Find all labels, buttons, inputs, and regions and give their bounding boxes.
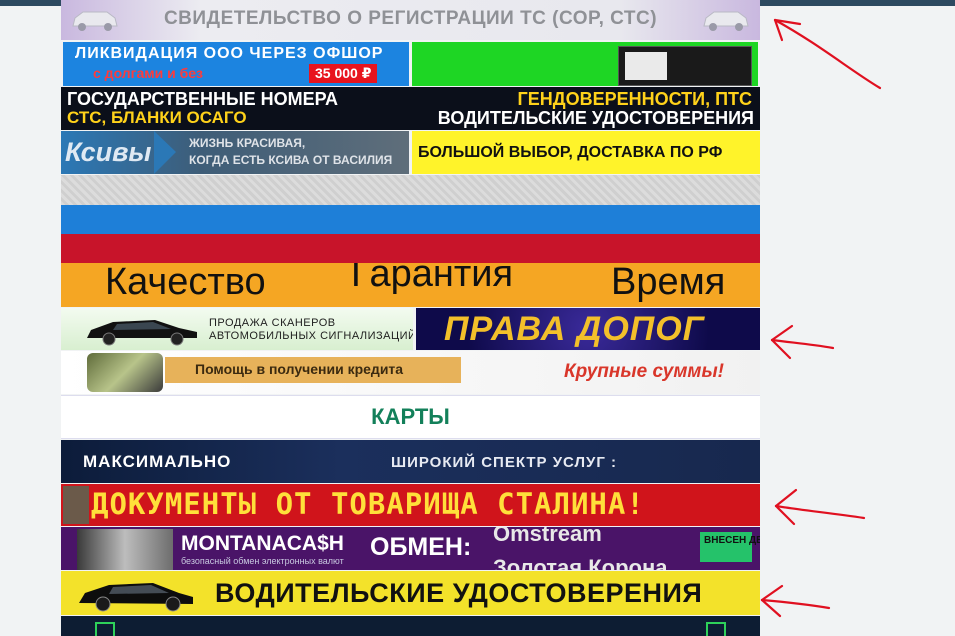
banner-russian-flag[interactable] (61, 175, 760, 263)
banner-state-plates[interactable]: ГОСУДАРСТВЕННЫЕ НОМЕРА СТС, БЛАНКИ ОСАГО… (61, 87, 760, 130)
deposit-badge: ВНЕСЕН ДЕПОЗИТ (700, 532, 760, 562)
banner-registration-text: СВИДЕТЕЛЬСТВО О РЕГИСТРАЦИИ ТС (СОР, СТС… (163, 8, 658, 29)
ksivy-line1: ЖИЗНЬ КРАСИВАЯ, (189, 136, 306, 150)
banner-liquidation[interactable]: ЛИКВИДАЦИЯ ООО ЧЕРЕЗ ОФШОР с долгами и б… (63, 42, 409, 86)
banner-quality[interactable]: Качество Гарантия Время (61, 263, 760, 307)
money-hand-image (87, 353, 163, 392)
banner-registration[interactable]: СВИДЕТЕЛЬСТВО О РЕГИСТРАЦИИ ТС (СОР, СТС… (61, 0, 760, 40)
credit-ribbon: Помощь в получении кредита (165, 357, 461, 383)
chevron-right-icon (154, 131, 176, 174)
flag-red-stripe (61, 234, 760, 263)
maximalno-left: МАКСИМАЛЬНО (83, 452, 232, 471)
scanners-line2: АВТОМОБИЛЬНЫХ СИГНАЛИЗАЦИЙ (209, 330, 413, 342)
banner-montanacash[interactable]: MONTANACA$H безопасный обмен электронных… (61, 527, 760, 570)
banner-ksivy[interactable]: Ксивы ЖИЗНЬ КРАСИВАЯ, КОГДА ЕСТЬ КСИВА О… (61, 131, 409, 174)
red-arrow-icon (773, 18, 882, 90)
red-arrow-icon (774, 488, 866, 526)
frame-corner-icon (706, 622, 726, 636)
banner-stalin[interactable]: ДОКУМЕНТЫ ОТ ТОВАРИЩА СТАЛИНА! (61, 484, 760, 526)
banner-maximalno[interactable]: МАКСИМАЛЬНО ШИРОКИЙ СПЕКТР УСЛУГ : (61, 440, 760, 483)
time-word: Время (611, 263, 726, 303)
liquidation-subtitle: с долгами и без (93, 65, 204, 81)
quality-word: Качество (105, 263, 266, 303)
prava-text: ПРАВА ДОПОГ (444, 310, 705, 348)
montana-subtitle: безопасный обмен электронных валют (181, 556, 344, 566)
exchange-option-2: Золотая Корона (493, 555, 668, 570)
car-icon (703, 11, 749, 31)
exchange-label: ОБМЕН: (370, 533, 472, 561)
banner-cards[interactable]: КАРТЫ (61, 395, 760, 439)
ads-column: СВИДЕТЕЛЬСТВО О РЕГИСТРАЦИИ ТС (СОР, СТС… (61, 0, 760, 636)
banner-partial-bottom[interactable] (61, 616, 760, 636)
banner-drivers-license[interactable]: ВОДИТЕЛЬСКИЕ УДОСТОВЕРЕНИЯ (61, 571, 760, 615)
flag-blue-stripe (61, 205, 760, 234)
banner-delivery[interactable]: БОЛЬШОЙ ВЫБОР, ДОСТАВКА ПО РФ (412, 131, 760, 174)
banner-credit[interactable]: Помощь в получении кредита Крупные суммы… (61, 351, 760, 394)
exchange-option-1: Omstream (493, 527, 602, 546)
banner-prava-dopog[interactable]: ПРАВА ДОПОГ (416, 308, 760, 350)
license-plate-image (618, 46, 752, 86)
plates-left-line1: ГОСУДАРСТВЕННЫЕ НОМЕРА (67, 89, 338, 109)
credit-ribbon-text: Помощь в получении кредита (195, 361, 404, 377)
cards-text: КАРТЫ (371, 404, 450, 429)
montana-brand: MONTANACA$H (181, 532, 344, 555)
deposit-badge-text: ВНЕСЕН ДЕПОЗИТ (704, 535, 760, 546)
frame-corner-icon (95, 622, 115, 636)
red-arrow-icon (770, 324, 835, 360)
guarantee-word: Гарантия (351, 263, 514, 295)
drivers-text: ВОДИТЕЛЬСКИЕ УДОСТОВЕРЕНИЯ (215, 578, 703, 608)
liquidation-price: 35 000 ₽ (309, 64, 378, 83)
flag-white-stripe (61, 175, 760, 205)
scanners-line1: ПРОДАЖА СКАНЕРОВ (209, 317, 336, 329)
delivery-text: БОЛЬШОЙ ВЫБОР, ДОСТАВКА ПО РФ (418, 144, 723, 161)
ksivy-line2: КОГДА ЕСТЬ КСИВА ОТ ВАСИЛИЯ (189, 153, 393, 167)
red-arrow-icon (760, 584, 831, 618)
portrait-image (63, 486, 89, 524)
plates-left-line2: СТС, БЛАНКИ ОСАГО (67, 108, 247, 127)
car-icon (79, 583, 193, 612)
car-icon (87, 320, 197, 346)
banner-license-plate[interactable] (412, 42, 758, 86)
liquidation-title: ЛИКВИДАЦИЯ ООО ЧЕРЕЗ ОФШОР (75, 45, 384, 62)
plates-right-line1: ГЕНДОВЕРЕННОСТИ, ПТС (517, 89, 752, 109)
ksivy-logo: Ксивы (65, 137, 152, 167)
person-with-money-image (77, 529, 173, 570)
credit-right-text: Крупные суммы! (563, 361, 724, 382)
stalin-text: ДОКУМЕНТЫ ОТ ТОВАРИЩА СТАЛИНА! (91, 487, 645, 521)
plate-emblem (625, 52, 667, 80)
banner-scanners[interactable]: ПРОДАЖА СКАНЕРОВ АВТОМОБИЛЬНЫХ СИГНАЛИЗА… (61, 308, 413, 350)
maximalno-right: ШИРОКИЙ СПЕКТР УСЛУГ : (391, 454, 618, 471)
plates-right-line2: ВОДИТЕЛЬСКИЕ УДОСТОВЕРЕНИЯ (437, 108, 754, 128)
